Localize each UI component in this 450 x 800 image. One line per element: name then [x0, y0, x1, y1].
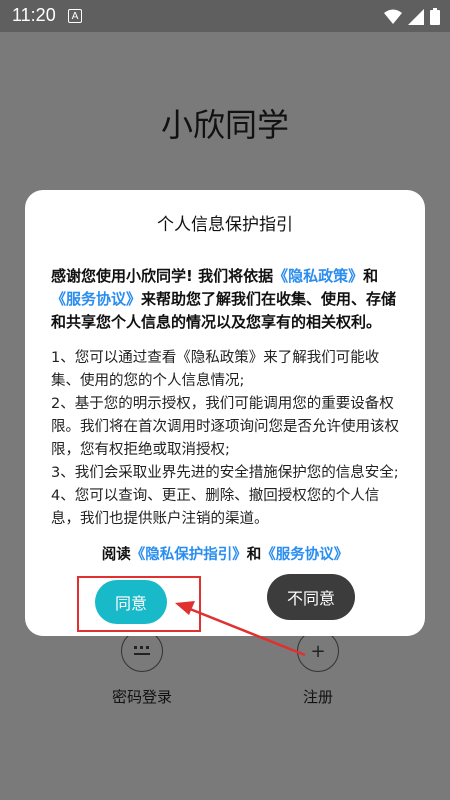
privacy-dialog: 个人信息保护指引 感谢您使用小欣同学! 我们将依据《隐私政策》和《服务协议》来帮…	[25, 190, 425, 636]
signal-icon	[408, 8, 424, 25]
dialog-title: 个人信息保护指引	[157, 215, 293, 235]
disagree-button[interactable]: 不同意	[267, 574, 355, 620]
notification-icon: A	[68, 9, 82, 23]
plus-icon: +	[297, 630, 339, 672]
annotation-highlight-box	[77, 576, 201, 632]
dialog-item: 2、基于您的明示授权，我们可能调用您的重要设备权限。我们将在首次调用时逐项询问您…	[51, 396, 399, 458]
password-login-button[interactable]: 密码登录	[82, 630, 202, 707]
battery-icon	[430, 8, 440, 25]
keypad-icon	[121, 630, 163, 672]
dialog-item: 4、您可以查询、更正、删除、撤回授权您的个人信息，我们也提供账户注销的渠道。	[51, 488, 380, 527]
service-agreement-link[interactable]: 《服务协议》	[51, 290, 141, 308]
intro-text: 感谢您使用小欣同学! 我们将依据	[51, 267, 274, 285]
status-time: 11:20	[12, 5, 56, 25]
footer-service-agreement-link[interactable]: 《服务协议》	[261, 547, 348, 563]
register-label: 注册	[302, 688, 333, 706]
dialog-footer: 阅读《隐私保护指引》和《服务协议》	[51, 543, 399, 564]
privacy-policy-link[interactable]: 《隐私政策》	[273, 267, 363, 285]
dialog-intro: 感谢您使用小欣同学! 我们将依据《隐私政策》和《服务协议》来帮助您了解我们在收集…	[51, 265, 399, 334]
footer-and: 和	[246, 547, 262, 563]
password-login-label: 密码登录	[111, 688, 172, 706]
intro-and: 和	[363, 267, 379, 285]
dialog-item: 3、我们会采取业界先进的安全措施保护您的信息安全;	[51, 465, 399, 481]
wifi-icon	[384, 9, 402, 24]
privacy-guide-link[interactable]: 《隐私保护指引》	[131, 547, 247, 563]
status-icons	[384, 8, 440, 25]
dialog-item: 1、您可以通过查看《隐私政策》来了解我们可能收集、使用的您的个人信息情况;	[51, 350, 380, 389]
footer-text: 阅读	[101, 547, 131, 563]
dialog-body: 1、您可以通过查看《隐私政策》来了解我们可能收集、使用的您的个人信息情况; 2、…	[51, 347, 399, 531]
app-title: 小欣同学	[160, 106, 289, 144]
status-bar: 11:20 A	[0, 0, 450, 32]
register-button[interactable]: + 注册	[258, 630, 378, 707]
